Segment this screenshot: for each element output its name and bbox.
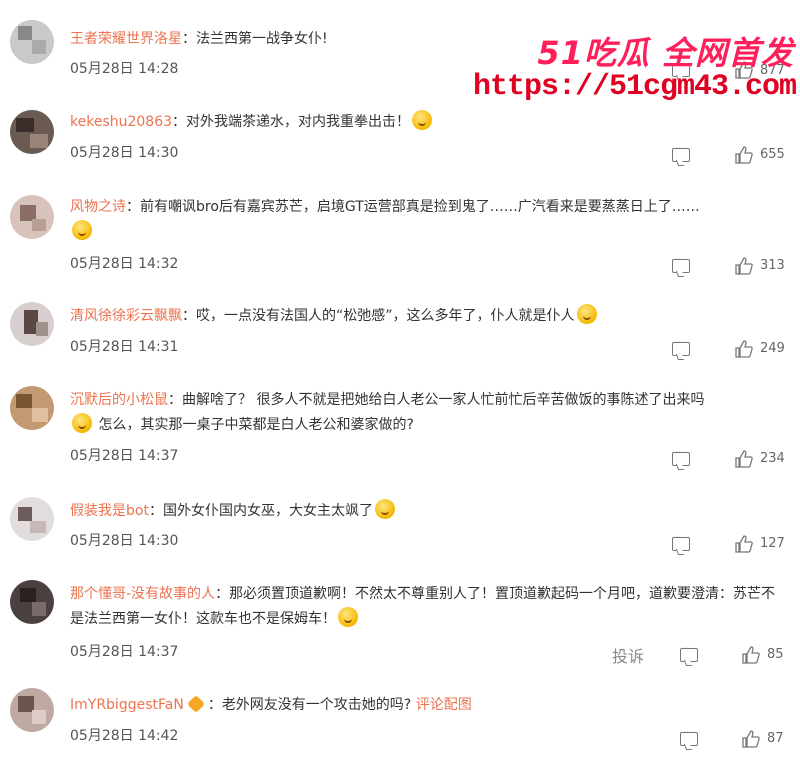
avatar[interactable] — [10, 20, 54, 64]
like-icon[interactable] — [735, 535, 753, 553]
comment-username[interactable]: kekeshu20863 — [70, 114, 172, 130]
emoji-icon — [338, 607, 358, 627]
avatar[interactable] — [10, 688, 54, 732]
report-button[interactable]: 投诉 — [612, 643, 644, 667]
comment-time: 05月28日 14:42 — [70, 728, 179, 744]
like-icon[interactable] — [742, 646, 760, 664]
comment-time: 05月28日 14:30 — [70, 145, 179, 161]
emoji-icon — [576, 304, 597, 324]
emoji-icon — [374, 499, 395, 519]
comment-content: 哎，一点没有法国人的“松弛感”，这么多年了，仆人就是仆人 — [196, 308, 575, 324]
reply-icon[interactable] — [672, 144, 690, 162]
like-count: 85 — [767, 647, 784, 662]
avatar[interactable] — [10, 195, 54, 239]
like-count: 249 — [760, 341, 785, 356]
like-count: 87 — [767, 731, 784, 746]
comment-content: 法兰西第一战争女仆! — [196, 31, 328, 47]
comment-time: 05月28日 14:31 — [70, 339, 179, 355]
comment-time: 05月28日 14:28 — [70, 61, 179, 77]
reply-icon[interactable] — [672, 448, 690, 466]
comment-time: 05月28日 14:30 — [70, 533, 179, 549]
like-icon[interactable] — [735, 450, 753, 468]
comment-content: 国外女仆国内女巫，大女主太飒了 — [162, 503, 373, 519]
like-icon[interactable] — [735, 146, 753, 164]
comment-text: ImYRbiggestFaN ：老外网友没有一个攻击她的吗? 评论配图 — [70, 693, 788, 718]
comment-text: kekeshu20863：对外我端茶递水，对内我重拳出击！ — [70, 110, 788, 135]
avatar[interactable] — [10, 302, 54, 346]
comment-time: 05月28日 14:37 — [70, 448, 179, 464]
comment-text: 假装我是bot：国外女仆国内女巫，大女主太飒了 — [70, 499, 788, 524]
comment-text: 沉默后的小松鼠：曲解啥了？ 很多人不就是把她给白人老公一家人忙前忙后辛苦做饭的事… — [70, 392, 705, 433]
reply-icon[interactable] — [680, 728, 698, 746]
reply-icon[interactable] — [672, 255, 690, 273]
like-count: 655 — [760, 147, 785, 162]
comment-text: 风物之诗：前有嘲讽bro后有嘉宾苏芒，启境GT运营部真是捡到鬼了……广汽看来是要… — [70, 195, 788, 245]
avatar[interactable] — [10, 110, 54, 154]
watermark-brand: 51吃瓜 全网首发 — [537, 34, 794, 72]
crown-badge-icon — [186, 694, 205, 714]
like-icon[interactable] — [742, 730, 760, 748]
reply-icon[interactable] — [672, 533, 690, 551]
like-icon[interactable] — [735, 257, 753, 275]
comment-username[interactable]: 风物之诗 — [70, 199, 126, 215]
reply-icon[interactable] — [680, 644, 698, 662]
comment-username[interactable]: 那个懂哥-没有故事的人 — [70, 586, 215, 602]
comment-content: 曲解啥了？ 很多人不就是把她给白人老公一家人忙前忙后辛苦做饭的事陈述了出来吗 — [182, 392, 705, 408]
comment-username[interactable]: ImYRbiggestFaN — [70, 697, 184, 713]
avatar[interactable] — [10, 497, 54, 541]
like-icon[interactable] — [735, 340, 753, 358]
comment-username[interactable]: 沉默后的小松鼠 — [70, 392, 168, 408]
comment-username[interactable]: 王者荣耀世界洛星 — [70, 31, 182, 47]
comment-image-link[interactable]: 评论配图 — [416, 697, 472, 713]
comment-time: 05月28日 14:32 — [70, 256, 179, 272]
comment-content: 怎么，其实那一桌子中菜都是白人老公和婆家做的? — [98, 417, 414, 433]
emoji-icon — [72, 220, 92, 240]
comment-text: 清风徐徐彩云飘飘：哎，一点没有法国人的“松弛感”，这么多年了，仆人就是仆人 — [70, 304, 788, 329]
comment-username[interactable]: 清风徐徐彩云飘飘 — [70, 308, 182, 324]
like-count: 127 — [760, 536, 785, 551]
like-count: 234 — [760, 451, 785, 466]
comment-content: 老外网友没有一个攻击她的吗? — [221, 697, 412, 713]
reply-icon[interactable] — [672, 338, 690, 356]
emoji-icon — [72, 413, 92, 433]
emoji-icon — [412, 110, 433, 130]
comment-content: 对外我端茶递水，对内我重拳出击！ — [186, 114, 411, 130]
watermark-url: https://51cgm43.com — [472, 70, 797, 104]
like-count: 313 — [760, 258, 785, 273]
avatar[interactable] — [10, 580, 54, 624]
comment-time: 05月28日 14:37 — [70, 644, 179, 660]
comment-text: 那个懂哥-没有故事的人：那必须置顶道歉啊！不然太不尊重别人了！置顶道歉起码一个月… — [70, 586, 776, 627]
comment-username[interactable]: 假装我是bot — [70, 503, 149, 519]
comment-content: 前有嘲讽bro后有嘉宾苏芒，启境GT运营部真是捡到鬼了……广汽看来是要蒸蒸日上了… — [140, 199, 700, 215]
avatar[interactable] — [10, 386, 54, 430]
